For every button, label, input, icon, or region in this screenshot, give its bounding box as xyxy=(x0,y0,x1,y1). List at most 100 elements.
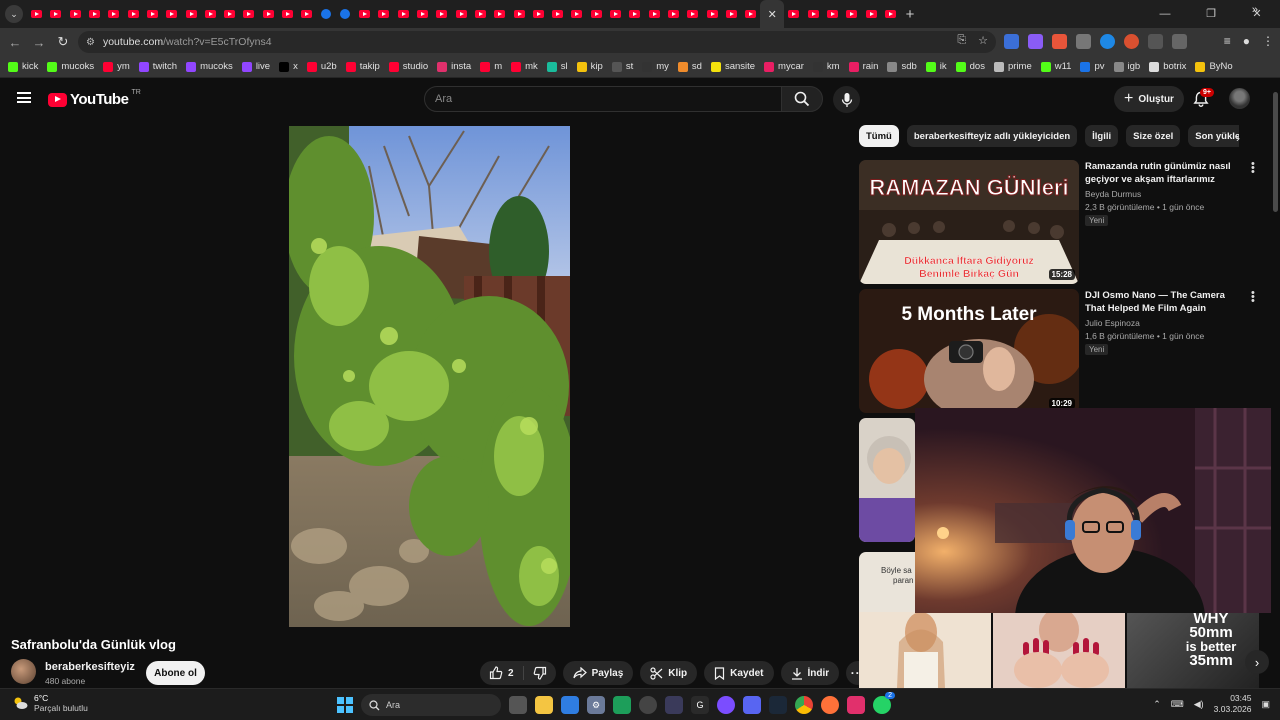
active-tab-close-icon[interactable]: ✕ xyxy=(760,0,785,28)
bookmark-item[interactable]: botrix xyxy=(1149,61,1186,72)
more-options-icon[interactable]: • • • xyxy=(1251,159,1255,178)
extension-icon[interactable] xyxy=(1076,34,1091,49)
app-icon[interactable]: G xyxy=(691,696,709,714)
share-button[interactable]: Paylaş xyxy=(562,661,634,685)
browser-tab[interactable] xyxy=(490,0,509,28)
network-icon[interactable]: ⌨ xyxy=(1171,699,1184,710)
minimize-icon[interactable]: — xyxy=(1142,0,1188,28)
short-card[interactable]: Böyle sa paran xyxy=(859,552,915,612)
browser-tab[interactable] xyxy=(509,0,528,28)
account-avatar[interactable] xyxy=(1229,88,1250,109)
bookmark-item[interactable]: m xyxy=(480,61,502,72)
bookmark-item[interactable]: ByNo xyxy=(1195,61,1233,72)
tab-search-icon[interactable]: ⌄ xyxy=(5,5,23,23)
browser-tab[interactable] xyxy=(702,0,721,28)
back-icon[interactable]: ← xyxy=(3,35,27,50)
bookmark-item[interactable]: ym xyxy=(103,61,130,72)
bookmark-item[interactable]: live xyxy=(241,61,270,72)
clip-button[interactable]: Klip xyxy=(640,661,698,685)
browser-tab[interactable] xyxy=(46,0,65,28)
bookmark-item[interactable]: w11 xyxy=(1040,61,1071,72)
video-thumbnail[interactable] xyxy=(859,418,915,542)
browser-tab[interactable] xyxy=(104,0,123,28)
recommendation-item[interactable]: RAMAZAN GÜNleri Dükkanca İftara Gidiyoru… xyxy=(859,159,1259,284)
scrollbar-thumb[interactable] xyxy=(1273,92,1278,212)
bookmark-item[interactable]: mucoks xyxy=(186,61,233,72)
browser-tab[interactable] xyxy=(336,0,355,28)
browser-tab[interactable] xyxy=(220,0,239,28)
start-button-icon[interactable] xyxy=(337,697,353,713)
browser-tab[interactable] xyxy=(881,0,900,28)
bookmark-item[interactable]: rain xyxy=(848,61,878,72)
recommendation-item[interactable]: 5 Months Later 10:29 DJI Osmo Nano — The… xyxy=(859,288,1259,413)
bookmark-item[interactable]: km xyxy=(812,61,840,72)
extension-icon[interactable] xyxy=(1004,34,1019,49)
clock[interactable]: 03:45 3.03.2026 xyxy=(1214,693,1252,715)
bookmark-item[interactable]: twitch xyxy=(138,61,177,72)
bookmark-item[interactable]: insta xyxy=(437,61,471,72)
browser-tab[interactable] xyxy=(548,0,567,28)
bookmark-item[interactable]: kip xyxy=(576,61,603,72)
youtube-logo[interactable]: YouTube TR xyxy=(48,89,141,108)
filter-chip[interactable]: Size özel xyxy=(1126,125,1181,147)
recommendation-title[interactable]: Ramazanda rutin günümüz nasıl geçiyor ve… xyxy=(1085,160,1245,186)
app-icon[interactable] xyxy=(717,696,735,714)
reading-list-icon[interactable]: ≡ xyxy=(1224,34,1231,48)
short-card[interactable] xyxy=(993,612,1125,688)
install-app-icon[interactable]: ⎘ xyxy=(957,34,966,47)
taskbar-search[interactable]: Ara xyxy=(361,694,501,716)
firefox-icon[interactable] xyxy=(821,696,839,714)
video-player[interactable] xyxy=(0,120,858,632)
bookmark-item[interactable]: sd xyxy=(677,61,702,72)
browser-tab[interactable] xyxy=(143,0,162,28)
browser-tab[interactable] xyxy=(861,0,880,28)
discord-icon[interactable] xyxy=(743,696,761,714)
browser-tab[interactable] xyxy=(471,0,490,28)
browser-menu-icon[interactable]: ⋮ xyxy=(1262,34,1274,48)
chevron-right-icon[interactable]: › xyxy=(1245,650,1269,674)
bookmark-item[interactable]: dos xyxy=(955,61,985,72)
browser-tab[interactable] xyxy=(316,0,335,28)
bookmark-item[interactable]: pv xyxy=(1080,61,1105,72)
browser-tab[interactable] xyxy=(432,0,451,28)
bookmark-item[interactable]: kick xyxy=(8,61,38,72)
maximize-icon[interactable]: ❐ xyxy=(1188,0,1234,28)
extensions-puzzle-icon[interactable] xyxy=(1172,34,1187,49)
browser-tab[interactable] xyxy=(355,0,374,28)
bookmark-item[interactable]: mucoks xyxy=(47,61,94,72)
bookmark-item[interactable]: ik xyxy=(925,61,947,72)
chevron-up-icon[interactable]: ⌃ xyxy=(1153,699,1161,710)
browser-tab[interactable] xyxy=(162,0,181,28)
channel-avatar[interactable] xyxy=(11,659,36,684)
filter-chip[interactable]: İlgili xyxy=(1085,125,1119,147)
subscribe-button[interactable]: Abone ol xyxy=(146,661,205,685)
instagram-icon[interactable] xyxy=(847,696,865,714)
browser-tab[interactable] xyxy=(683,0,702,28)
extension-icon[interactable] xyxy=(1148,34,1163,49)
weather-widget[interactable]: 6°C Parçalı bulutlu xyxy=(12,693,88,713)
browser-tab[interactable] xyxy=(66,0,85,28)
browser-tab[interactable] xyxy=(625,0,644,28)
browser-tab[interactable] xyxy=(567,0,586,28)
bookmark-star-icon[interactable]: ☆ xyxy=(978,34,988,47)
browser-tab[interactable] xyxy=(239,0,258,28)
dislike-button[interactable] xyxy=(524,661,556,685)
browser-tab[interactable] xyxy=(123,0,142,28)
bookmark-item[interactable]: sdb xyxy=(887,61,917,72)
browser-tab[interactable] xyxy=(664,0,683,28)
app-icon[interactable] xyxy=(665,696,683,714)
bookmark-item[interactable]: mk xyxy=(511,61,538,72)
like-button[interactable]: 2 xyxy=(480,661,523,685)
browser-tab[interactable] xyxy=(374,0,393,28)
headset-app-icon[interactable] xyxy=(613,696,631,714)
app-icon[interactable] xyxy=(639,696,657,714)
recommendation-channel[interactable]: Beyda Durmus xyxy=(1085,189,1141,199)
extension-icon[interactable] xyxy=(1052,34,1067,49)
browser-tab[interactable] xyxy=(259,0,278,28)
bookmark-item[interactable]: takip xyxy=(345,61,380,72)
browser-tab[interactable] xyxy=(394,0,413,28)
bookmark-item[interactable]: x xyxy=(279,61,298,72)
browser-tab[interactable] xyxy=(741,0,760,28)
save-button[interactable]: Kaydet xyxy=(704,661,774,685)
browser-tab[interactable] xyxy=(606,0,625,28)
